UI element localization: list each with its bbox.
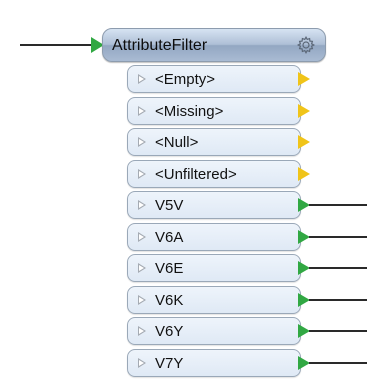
output-connection-line[interactable] bbox=[309, 330, 367, 332]
output-connection-line[interactable] bbox=[309, 204, 367, 206]
output-port-label: V6K bbox=[155, 292, 184, 309]
transformer-title: AttributeFilter bbox=[112, 37, 208, 54]
output-port-row[interactable]: V6Y bbox=[127, 317, 301, 345]
output-port-row[interactable]: V5V bbox=[127, 191, 301, 219]
output-port-row[interactable]: <Null> bbox=[127, 128, 301, 156]
output-port-row[interactable]: <Empty> bbox=[127, 65, 301, 93]
output-port-label: <Empty> bbox=[155, 71, 216, 88]
output-connection-line[interactable] bbox=[309, 236, 367, 238]
expand-arrow-icon[interactable] bbox=[138, 137, 146, 147]
output-port-label: V6Y bbox=[155, 323, 184, 340]
gear-icon[interactable] bbox=[296, 35, 316, 55]
expand-arrow-icon[interactable] bbox=[138, 326, 146, 336]
output-port-row[interactable]: V6E bbox=[127, 254, 301, 282]
output-port-label: <Null> bbox=[155, 134, 199, 151]
output-port-row[interactable]: V7Y bbox=[127, 349, 301, 377]
expand-arrow-icon[interactable] bbox=[138, 358, 146, 368]
output-port-icon[interactable] bbox=[298, 104, 310, 118]
transformer-header[interactable]: AttributeFilter bbox=[102, 28, 326, 62]
expand-arrow-icon[interactable] bbox=[138, 295, 146, 305]
output-connection-line[interactable] bbox=[309, 267, 367, 269]
output-port-row[interactable]: V6K bbox=[127, 286, 301, 314]
output-port-label: V6E bbox=[155, 260, 184, 277]
output-port-row[interactable]: <Missing> bbox=[127, 97, 301, 125]
output-port-label: V7Y bbox=[155, 355, 184, 372]
output-port-label: <Missing> bbox=[155, 103, 224, 120]
expand-arrow-icon[interactable] bbox=[138, 169, 146, 179]
workspace-canvas: AttributeFilter <Empty> <Missing> <Null> <U… bbox=[0, 0, 369, 392]
expand-arrow-icon[interactable] bbox=[138, 106, 146, 116]
output-port-icon[interactable] bbox=[298, 135, 310, 149]
output-port-label: V6A bbox=[155, 229, 184, 246]
output-port-row[interactable]: <Unfiltered> bbox=[127, 160, 301, 188]
output-port-row[interactable]: V6A bbox=[127, 223, 301, 251]
output-connection-line[interactable] bbox=[309, 362, 367, 364]
input-connection-line[interactable] bbox=[20, 44, 96, 46]
output-connection-line[interactable] bbox=[309, 299, 367, 301]
expand-arrow-icon[interactable] bbox=[138, 232, 146, 242]
output-port-icon[interactable] bbox=[298, 72, 310, 86]
output-port-icon[interactable] bbox=[298, 167, 310, 181]
expand-arrow-icon[interactable] bbox=[138, 74, 146, 84]
output-port-label: V5V bbox=[155, 197, 184, 214]
output-port-label: <Unfiltered> bbox=[155, 166, 237, 183]
expand-arrow-icon[interactable] bbox=[138, 263, 146, 273]
expand-arrow-icon[interactable] bbox=[138, 200, 146, 210]
